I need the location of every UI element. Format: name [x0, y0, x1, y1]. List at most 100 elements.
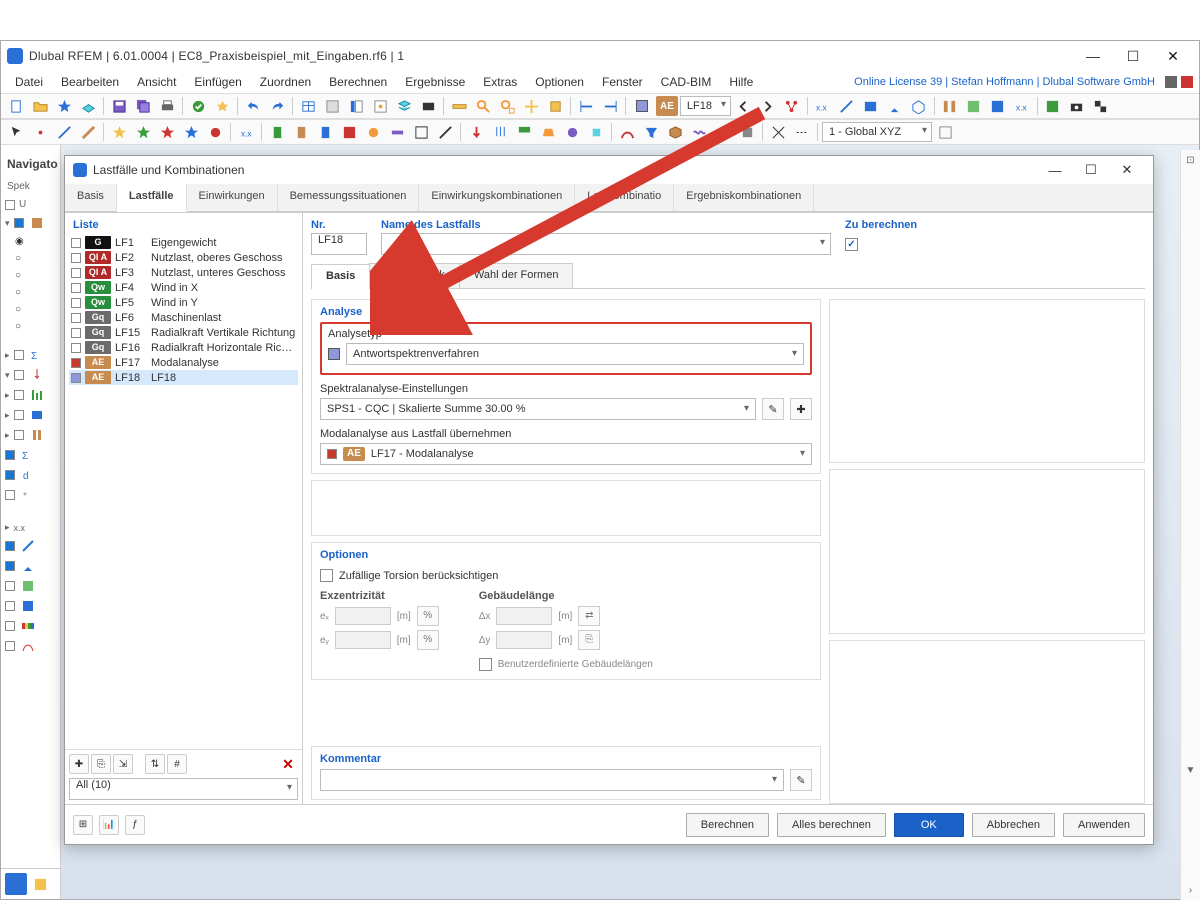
layers-icon[interactable]: [393, 95, 415, 117]
compute-checkbox[interactable]: [845, 238, 858, 251]
loadcase-row[interactable]: GqLF15Radialkraft Vertikale Richtung: [69, 325, 298, 340]
global-cs-dropdown[interactable]: 1 - Global XYZ: [822, 122, 932, 142]
inspector-icon[interactable]: [345, 95, 367, 117]
nav-checkbox[interactable]: [14, 370, 24, 380]
nav-checkbox[interactable]: [5, 200, 15, 210]
loadcase-row[interactable]: GqLF6Maschinenlast: [69, 310, 298, 325]
cube-icon[interactable]: [664, 121, 686, 143]
list-filter-dropdown[interactable]: All (10): [69, 778, 298, 800]
dialog-minimize-button[interactable]: —: [1037, 158, 1073, 182]
load1-icon[interactable]: [465, 121, 487, 143]
menu-extras[interactable]: Extras: [475, 73, 525, 91]
grid3d-icon[interactable]: [908, 95, 930, 117]
maximize-button[interactable]: ☐: [1113, 43, 1153, 69]
tab-bemessung[interactable]: Bemessungssituationen: [278, 184, 420, 211]
loadcase-row[interactable]: QI ALF3Nutzlast, unteres Geschoss: [69, 265, 298, 280]
spektral-new-icon[interactable]: ✚: [790, 398, 812, 420]
list-delete-icon[interactable]: ✕: [278, 754, 298, 774]
tool-e-icon[interactable]: [204, 121, 226, 143]
loadcase-row[interactable]: QwLF5Wind in Y: [69, 295, 298, 310]
menu-hilfe[interactable]: Hilfe: [721, 73, 761, 91]
dx-link-button[interactable]: ⇄: [578, 606, 600, 626]
footer-tool3-icon[interactable]: ƒ: [125, 815, 145, 835]
ex-input[interactable]: [335, 607, 391, 625]
analysetyp-dropdown[interactable]: Antwortspektrenverfahren: [328, 343, 804, 365]
tool-a-icon[interactable]: [108, 121, 130, 143]
spektral-dropdown[interactable]: SPS1 - CQC | Skalierte Summe 30.00 %: [320, 398, 756, 420]
cs4-icon[interactable]: [338, 121, 360, 143]
align-right-icon[interactable]: [599, 95, 621, 117]
footer-tool1-icon[interactable]: ⊞: [73, 815, 93, 835]
node-icon[interactable]: [29, 121, 51, 143]
cs1-icon[interactable]: [266, 121, 288, 143]
menu-optionen[interactable]: Optionen: [527, 73, 592, 91]
dx-input[interactable]: [496, 607, 552, 625]
close-panel-icon[interactable]: [1181, 76, 1193, 88]
volume-icon[interactable]: [987, 95, 1009, 117]
tab-einwirkungskomb[interactable]: Einwirkungskombinationen: [419, 184, 575, 211]
tool-d-icon[interactable]: [180, 121, 202, 143]
nav-checkbox[interactable]: [5, 470, 15, 480]
properties-icon[interactable]: [369, 95, 391, 117]
kommentar-edit-icon[interactable]: ✎: [790, 769, 812, 791]
tab-einwirkungen[interactable]: Einwirkungen: [187, 184, 278, 211]
dy-input[interactable]: [496, 631, 552, 649]
beam-icon[interactable]: [77, 121, 99, 143]
tab-ergebniskomb[interactable]: Ergebniskombinationen: [674, 184, 814, 211]
dy-copy-button[interactable]: ⎘: [578, 630, 600, 650]
funnel-icon[interactable]: [640, 121, 662, 143]
grid-icon[interactable]: [321, 95, 343, 117]
restore-panel-icon[interactable]: [1165, 76, 1177, 88]
menu-berechnen[interactable]: Berechnen: [321, 73, 395, 91]
cs6-icon[interactable]: [386, 121, 408, 143]
nav-checkbox[interactable]: [14, 390, 24, 400]
nav-checkbox[interactable]: [14, 410, 24, 420]
colorbar-icon[interactable]: [712, 121, 734, 143]
sub-tab-antwortspektren[interactable]: Antwortspek: [369, 263, 460, 288]
dialog-close-button[interactable]: ✕: [1109, 158, 1145, 182]
footer-tool2-icon[interactable]: 📊: [99, 815, 119, 835]
cs2-icon[interactable]: [290, 121, 312, 143]
checkered-icon[interactable]: [1090, 95, 1112, 117]
new-file-icon[interactable]: [5, 95, 27, 117]
cs-edit-icon[interactable]: [934, 121, 956, 143]
nav-checkbox[interactable]: [5, 450, 15, 460]
close-button[interactable]: ✕: [1153, 43, 1193, 69]
tool-c-icon[interactable]: [156, 121, 178, 143]
lc-selector-dropdown[interactable]: LF18: [680, 96, 731, 116]
loadcase-row[interactable]: QI ALF2Nutzlast, oberes Geschoss: [69, 250, 298, 265]
zoom-window-icon[interactable]: [472, 95, 494, 117]
ex-pct-button[interactable]: %: [417, 606, 439, 626]
list-sort-icon[interactable]: ⇅: [145, 754, 165, 774]
minimize-button[interactable]: —: [1073, 43, 1113, 69]
select-icon[interactable]: [5, 121, 27, 143]
sub-tab-formen[interactable]: Wahl der Formen: [459, 263, 574, 288]
nav-checkbox[interactable]: [14, 350, 24, 360]
tab-basis[interactable]: Basis: [65, 184, 117, 211]
apply-button[interactable]: Anwenden: [1063, 813, 1145, 837]
undo-icon[interactable]: [242, 95, 264, 117]
list-renum-icon[interactable]: #: [167, 754, 187, 774]
nav-checkbox[interactable]: [14, 430, 24, 440]
dialog-maximize-button[interactable]: ☐: [1073, 158, 1109, 182]
section-icon[interactable]: [939, 95, 961, 117]
nav-checkbox[interactable]: [5, 621, 15, 631]
load2-icon[interactable]: [489, 121, 511, 143]
menu-fenster[interactable]: Fenster: [594, 73, 651, 91]
cs7-icon[interactable]: [410, 121, 432, 143]
modal-dropdown[interactable]: AE LF17 - Modalanalyse: [320, 443, 812, 465]
ok-button[interactable]: OK: [894, 813, 964, 837]
menu-cadbim[interactable]: CAD-BIM: [653, 73, 720, 91]
render-icon[interactable]: [1042, 95, 1064, 117]
ey-input[interactable]: [335, 631, 391, 649]
surface-icon[interactable]: [860, 95, 882, 117]
cs3-icon[interactable]: [314, 121, 336, 143]
solid-icon[interactable]: [736, 121, 758, 143]
load6-icon[interactable]: [585, 121, 607, 143]
nav-checkbox[interactable]: [5, 490, 15, 500]
camera-icon[interactable]: [1066, 95, 1088, 117]
label-icon[interactable]: x.x: [1011, 95, 1033, 117]
pin-icon[interactable]: ⊡: [1181, 150, 1200, 170]
star-icon[interactable]: [211, 95, 233, 117]
sub-tab-basis[interactable]: Basis: [311, 264, 370, 289]
